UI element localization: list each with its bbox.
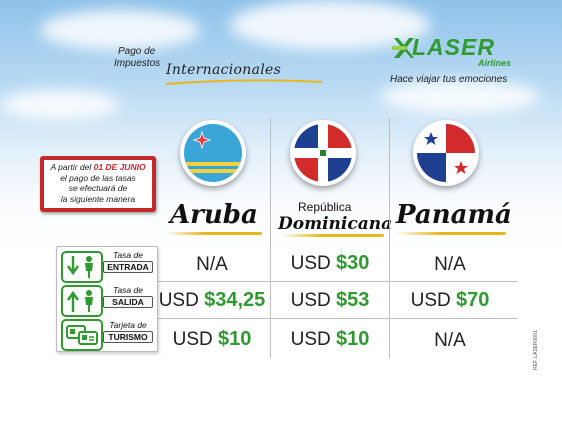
swoosh xyxy=(166,232,262,235)
notice-prefix: A partir del xyxy=(50,162,94,172)
cell-text: N/A xyxy=(434,254,466,275)
cell-turismo-aruba: USD $10 xyxy=(152,328,272,351)
cell-salida-dominicana: USD $53 xyxy=(270,289,390,312)
row-divider xyxy=(156,318,518,319)
cell-entrada-aruba: N/A xyxy=(152,254,272,276)
cell-amount: $53 xyxy=(336,289,370,311)
cell-amount: $70 xyxy=(456,289,490,311)
title-underline xyxy=(165,79,323,85)
cell-salida-aruba: USD $34,25 xyxy=(152,289,272,312)
logo-name: LASER xyxy=(412,34,495,60)
entry-arrow-person-icon xyxy=(61,251,103,283)
cell-currency: USD xyxy=(290,290,331,311)
row-label-entrada-box: ENTRADA xyxy=(103,261,153,273)
tourist-card-icon xyxy=(61,319,103,351)
dominican-republic-flag-icon xyxy=(290,120,356,186)
row-label-turismo: Tarjeta de TURISMO xyxy=(103,320,153,343)
row-label-entrada: Tasa de ENTRADA xyxy=(103,250,153,273)
row-label-turismo-top: Tarjeta de xyxy=(109,320,147,330)
swoosh xyxy=(280,234,384,237)
notice-date: 01 DE JUNIO xyxy=(93,162,146,172)
swoosh xyxy=(396,232,506,235)
cell-currency: USD xyxy=(158,290,199,311)
cell-amount: $10 xyxy=(336,328,370,350)
cloud xyxy=(40,10,200,50)
cell-text: N/A xyxy=(434,330,466,351)
title-big: Internacionales xyxy=(166,62,282,78)
row-label-entrada-top: Tasa de xyxy=(113,250,143,260)
country-dominicana-line1: República xyxy=(298,200,352,214)
footer-code: REF. LASER0001 xyxy=(533,330,539,370)
cell-entrada-panama: N/A xyxy=(390,254,510,276)
exit-arrow-person-icon xyxy=(61,285,103,317)
row-label-turismo-box: TURISMO xyxy=(103,331,153,343)
logo-x-icon xyxy=(392,38,414,58)
country-panama: Panamá xyxy=(396,200,512,230)
cloud xyxy=(0,90,120,120)
row-label-salida-top: Tasa de xyxy=(113,285,143,295)
cell-currency: USD xyxy=(172,329,213,350)
cell-amount: $34,25 xyxy=(204,289,266,311)
country-dominicana-line2: Dominicana xyxy=(278,214,393,234)
cell-currency: USD xyxy=(410,290,451,311)
fee-type-panel: Tasa de ENTRADA Tasa de SALIDA Tarjeta d… xyxy=(56,246,158,352)
cell-amount: $10 xyxy=(218,328,252,350)
cell-text: N/A xyxy=(196,254,228,275)
notice-line3: se efectuará de xyxy=(68,183,128,193)
cell-turismo-dominicana: USD $10 xyxy=(270,328,390,351)
column-divider xyxy=(270,118,271,358)
country-aruba: Aruba xyxy=(170,200,258,230)
cell-salida-panama: USD $70 xyxy=(390,289,510,312)
notice-line2: el pago de las tasas xyxy=(60,172,136,183)
row-divider xyxy=(156,281,518,282)
notice-box: A partir del 01 DE JUNIO el pago de las … xyxy=(40,156,156,212)
page-title: Pago de Impuestos Internacionales xyxy=(114,46,334,85)
cloud xyxy=(380,80,540,114)
aruba-flag-icon xyxy=(180,120,246,186)
cell-currency: USD xyxy=(290,253,331,274)
row-label-salida-box: SALIDA xyxy=(103,296,153,308)
notice-line4: la siguiente manera xyxy=(60,193,136,204)
cell-currency: USD xyxy=(290,329,331,350)
cell-turismo-panama: N/A xyxy=(390,330,510,352)
logo-sub: Airlines xyxy=(478,58,512,68)
cell-amount: $30 xyxy=(336,252,370,274)
row-label-salida: Tasa de SALIDA xyxy=(103,285,153,308)
logo-slogan: Hace viajar tus emociones xyxy=(390,74,508,85)
title-line1: Pago de xyxy=(118,46,156,57)
column-divider xyxy=(389,118,390,358)
cell-entrada-dominicana: USD $30 xyxy=(270,252,390,275)
panama-flag-icon xyxy=(413,120,479,186)
